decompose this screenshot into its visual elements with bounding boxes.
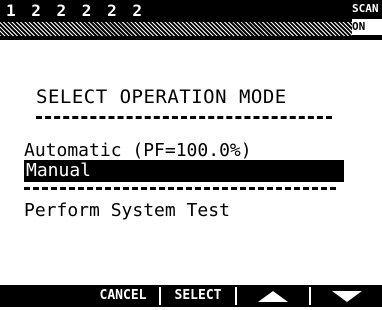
page-title: SELECT OPERATION MODE	[36, 86, 287, 108]
softkey-divider	[159, 287, 161, 305]
scan-value: ON	[352, 19, 382, 35]
softkey-bar: CANCEL SELECT	[0, 285, 382, 307]
softkey-divider	[309, 287, 311, 305]
option-manual[interactable]: Manual	[24, 160, 344, 182]
softkey-divider	[235, 287, 237, 305]
down-arrow-icon	[332, 291, 362, 302]
select-button[interactable]: SELECT	[162, 285, 234, 307]
up-arrow-icon	[258, 291, 288, 302]
status-bar: 1 2 2 2 2 2 SCAN ON	[0, 0, 382, 40]
channel-status: 1 2 2 2 2 2	[6, 1, 145, 20]
cancel-button[interactable]: CANCEL	[88, 285, 158, 307]
status-indicator-pattern	[0, 22, 352, 36]
title-divider	[36, 116, 332, 119]
options-divider	[24, 187, 336, 190]
up-button[interactable]	[238, 285, 308, 307]
option-system-test[interactable]: Perform System Test	[24, 200, 230, 222]
scan-label: SCAN	[352, 2, 379, 15]
down-button[interactable]	[312, 285, 382, 307]
option-automatic[interactable]: Automatic (PF=100.0%)	[24, 140, 344, 162]
